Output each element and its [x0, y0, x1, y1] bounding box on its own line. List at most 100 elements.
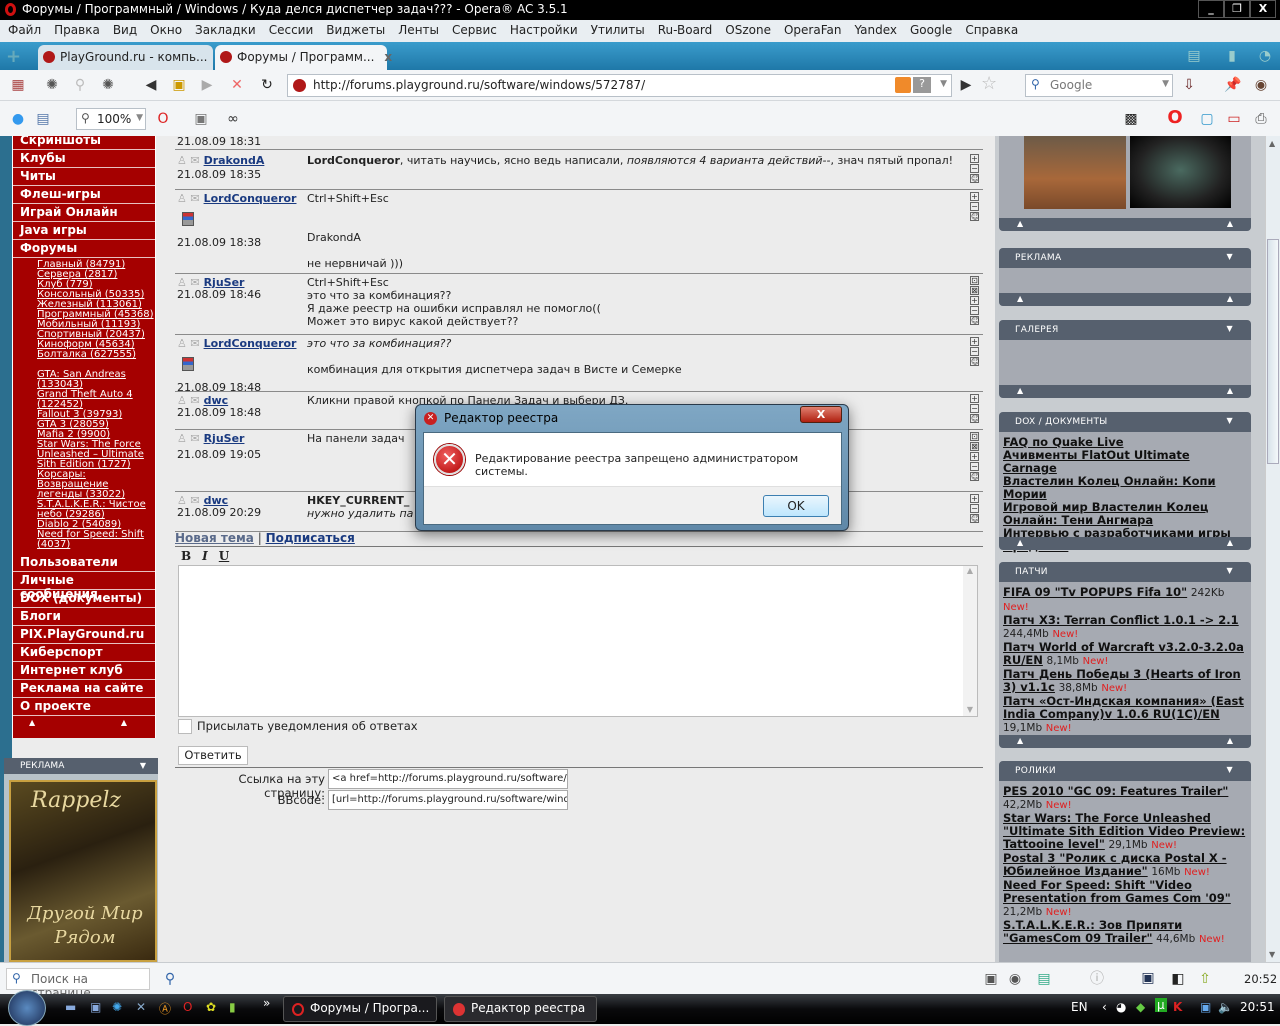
find-button-icon[interactable]: ⚲ — [162, 971, 178, 987]
quicklaunch-icon[interactable]: ✕ — [136, 1000, 146, 1014]
panel-icon[interactable]: ▭ — [1226, 111, 1242, 127]
image-toggle-icon[interactable]: ▣ — [193, 111, 209, 127]
author-link[interactable]: LordConqueror — [204, 337, 297, 350]
smile-icon[interactable]: ☺ — [970, 357, 979, 366]
subscribe-link[interactable]: Подписаться — [266, 531, 355, 545]
task-opera[interactable]: Форумы / Програ... — [283, 996, 437, 1022]
collapse-left-icon[interactable]: ▲ — [29, 718, 35, 727]
expand-icon[interactable]: ▼ — [1227, 765, 1233, 774]
download-icon[interactable]: ⇩ — [1181, 77, 1197, 93]
info-icon[interactable]: ⓘ — [1089, 971, 1105, 987]
patches-link[interactable]: Патч X3: Terran Conflict 1.0.1 -> 2.1 — [1003, 613, 1239, 627]
rate-down-icon[interactable]: − — [970, 462, 979, 471]
steam-icon[interactable]: ◕ — [1116, 1000, 1126, 1014]
scroll-up-icon[interactable]: ▲ — [1269, 139, 1275, 148]
language-indicator[interactable]: EN — [1071, 1000, 1088, 1014]
bbcode-field[interactable]: [url=http://forums.playground.ru/softwar… — [328, 790, 568, 810]
dox-link[interactable]: Властелин Колец Онлайн: Копи Мории — [1003, 474, 1216, 501]
new-tab-button[interactable]: + — [6, 46, 21, 67]
smile-icon[interactable]: ☺ — [970, 514, 979, 523]
left-menu-item[interactable]: DOX (документы) — [13, 590, 155, 608]
smile-icon[interactable]: ☺ — [970, 174, 979, 183]
author-link[interactable]: RjuSer — [204, 432, 245, 445]
expand-icon[interactable]: ▼ — [1227, 252, 1233, 261]
rate-up-icon[interactable]: + — [970, 296, 979, 305]
menu-item[interactable]: Google — [910, 23, 952, 42]
opera-icon[interactable]: O — [155, 111, 171, 127]
site-info-icon[interactable]: ? — [913, 77, 931, 93]
forward-icon[interactable]: ▶ — [199, 77, 215, 93]
smile-icon[interactable]: ☺ — [970, 212, 979, 221]
textarea-scrollbar[interactable]: ▲ ▼ — [963, 566, 977, 716]
rate-up-icon[interactable]: + — [970, 394, 979, 403]
video-thumbnail[interactable] — [1130, 136, 1231, 208]
wand-icon[interactable]: ✺ — [44, 77, 60, 93]
collapse-icon[interactable]: ▼ — [140, 761, 146, 770]
game-forum-link[interactable]: Star Wars: The Force Unleashed – Ultimat… — [37, 440, 155, 470]
left-menu-item[interactable]: Флеш-игры — [13, 186, 155, 204]
quote-icon[interactable]: ⊡ — [970, 432, 979, 441]
opera-unite-icon[interactable]: O — [1167, 109, 1183, 127]
quicklaunch-icon[interactable]: ▮ — [229, 1000, 236, 1014]
report-icon[interactable]: ⊠ — [970, 286, 979, 295]
menu-item[interactable]: Вид — [113, 23, 137, 42]
scroll-thumb[interactable] — [1267, 239, 1279, 464]
upload-icon[interactable]: ⇧ — [1197, 971, 1213, 987]
videos-link[interactable]: PES 2010 "GC 09: Features Trailer" — [1003, 784, 1228, 798]
collapse-icon[interactable]: ▲ — [1227, 219, 1233, 228]
menu-item[interactable]: OperaFan — [784, 23, 842, 42]
new-topic-link[interactable]: Новая тема — [175, 531, 254, 545]
left-menu-item[interactable]: Форумы — [13, 240, 155, 258]
key-icon[interactable]: ⚲ — [72, 77, 88, 93]
pin-icon[interactable]: 📌 — [1224, 77, 1241, 93]
go-icon[interactable]: ▶ — [958, 77, 974, 93]
zoom-field[interactable]: ⚲ 100% ▼ — [76, 108, 146, 130]
author-link[interactable]: DrakondA — [204, 154, 265, 167]
start-button[interactable] — [8, 990, 46, 1026]
close-window-button[interactable]: X — [1250, 0, 1276, 18]
find-in-page-field[interactable]: ⚲ Поиск на странице — [6, 968, 150, 1000]
left-menu-item[interactable]: Пользователи — [13, 554, 155, 572]
collapse-icon[interactable]: ▲ — [1227, 294, 1233, 303]
quicklaunch-icon[interactable]: Ⓐ — [159, 1000, 171, 1017]
back-icon[interactable]: ◀ — [143, 77, 159, 93]
chat-icon[interactable]: ● — [10, 111, 26, 127]
menu-item[interactable]: Сервис — [452, 23, 497, 42]
rate-down-icon[interactable]: − — [970, 347, 979, 356]
tab-playground[interactable]: PlayGround.ru - компь...x — [38, 45, 225, 70]
scroll-down-icon[interactable]: ▼ — [1269, 950, 1275, 959]
game-forum-link[interactable]: Grand Theft Auto 4 (122452) — [37, 390, 155, 410]
underline-button[interactable]: U — [219, 549, 229, 563]
menu-item[interactable]: Утилиты — [591, 23, 645, 42]
rate-down-icon[interactable]: − — [970, 164, 979, 173]
left-menu-item[interactable]: Играй Онлайн — [13, 204, 155, 222]
notes-icon[interactable]: ▤ — [1186, 48, 1202, 64]
menu-item[interactable]: Ru-Board — [658, 23, 713, 42]
rate-up-icon[interactable]: + — [970, 154, 979, 163]
minimize-button[interactable]: _ — [1198, 0, 1224, 18]
collapse-icon[interactable]: ▲ — [1227, 386, 1233, 395]
more-quicklaunch[interactable]: » — [263, 996, 270, 1010]
trash-icon[interactable]: ▮ — [1224, 48, 1240, 64]
menu-item[interactable]: Окно — [150, 23, 182, 42]
left-menu-item[interactable]: Клубы — [13, 150, 155, 168]
eye-icon[interactable]: ◉ — [1253, 77, 1269, 93]
glasses-icon[interactable]: ∞ — [225, 111, 241, 127]
rate-down-icon[interactable]: − — [970, 404, 979, 413]
rate-down-icon[interactable]: − — [970, 504, 979, 513]
network-icon[interactable]: ◧ — [1170, 971, 1186, 987]
left-menu-item[interactable]: Интернет клуб — [13, 662, 155, 680]
collapse-icon[interactable]: ▲ — [1017, 538, 1023, 547]
report-icon[interactable]: ⊠ — [970, 442, 979, 451]
menu-item[interactable]: Настройки — [510, 23, 578, 42]
address-dropdown-icon[interactable]: ▼ — [940, 79, 947, 89]
document-icon[interactable]: ▤ — [1036, 971, 1052, 987]
rate-up-icon[interactable]: + — [970, 494, 979, 503]
left-menu-item[interactable]: Скриншоты — [13, 136, 155, 150]
antivirus-icon[interactable]: ◆ — [1136, 1000, 1145, 1014]
collapse-right-icon[interactable]: ▲ — [121, 718, 127, 727]
smile-icon[interactable]: ☺ — [970, 472, 979, 481]
forum-link[interactable]: Болталка (627555) — [37, 350, 155, 360]
left-menu-item[interactable]: Читы — [13, 168, 155, 186]
reload-icon[interactable]: ↻ — [259, 77, 275, 93]
